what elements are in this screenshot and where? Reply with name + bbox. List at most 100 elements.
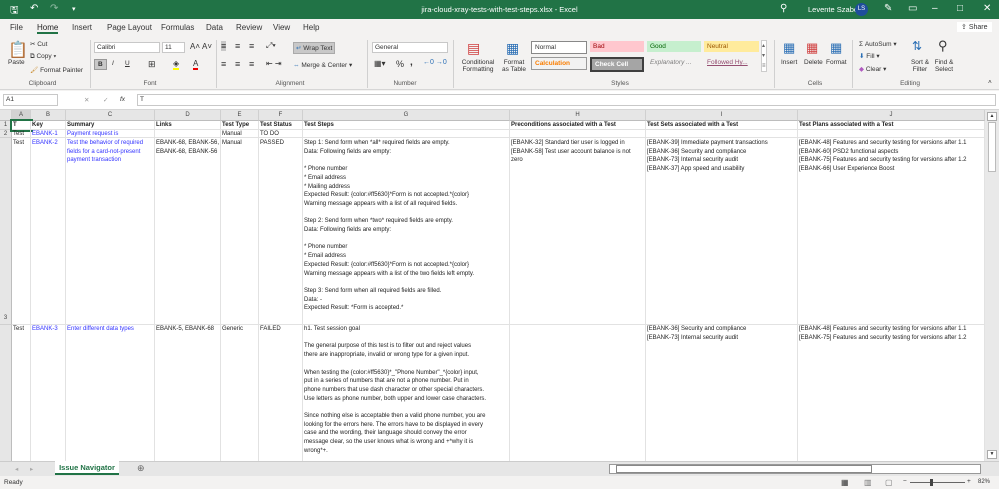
scroll-down-icon[interactable]: ▼ — [987, 450, 997, 459]
worksheet-grid[interactable]: ABCDEFGHIJ 1 2 3 T Key Summary Links Test Ty… — [0, 110, 985, 461]
format-cells-icon[interactable]: ▦ — [830, 40, 842, 56]
cancel-icon[interactable]: ✕ — [84, 96, 89, 104]
enter-icon[interactable]: ✓ — [103, 96, 108, 104]
formula-input[interactable]: T — [137, 94, 996, 106]
format-painter-button[interactable]: 🖌 Format Painter — [30, 66, 83, 74]
table-cell[interactable] — [303, 130, 510, 138]
table-cell[interactable]: Manual — [221, 130, 259, 138]
table-cell[interactable]: Test the behavior of required fields for… — [66, 138, 155, 325]
tab-home[interactable]: Home — [37, 23, 59, 34]
sheet-tab-issue-navigator[interactable]: Issue Navigator — [55, 461, 119, 475]
bold-button[interactable]: B — [94, 59, 107, 70]
search-icon[interactable]: ⚲ — [780, 3, 787, 14]
paste-icon[interactable]: 📋 — [8, 40, 28, 60]
column-header-b[interactable]: B — [31, 110, 66, 121]
zoom-out-icon[interactable]: − — [903, 478, 907, 485]
maximize-icon[interactable]: □ — [957, 3, 963, 14]
underline-button[interactable]: U — [125, 60, 130, 67]
table-cell[interactable]: Test — [12, 130, 31, 138]
style-neutral[interactable]: Neutral — [704, 41, 759, 52]
share-button[interactable]: ⇪ Share — [957, 22, 992, 32]
table-cell[interactable]: TO DO — [259, 130, 303, 138]
number-format-select[interactable]: General — [372, 42, 448, 53]
style-explanatory[interactable]: Explanatory ... — [647, 57, 701, 68]
increase-font-icon[interactable]: A˄ — [190, 42, 200, 51]
clear-button[interactable]: ◆ Clear ▾ — [859, 65, 886, 73]
decrease-font-icon[interactable]: A˅ — [202, 42, 212, 51]
header-cell[interactable]: Test Status — [259, 121, 303, 130]
header-cell[interactable]: Preconditions associated with a Test — [510, 121, 646, 130]
table-cell[interactable]: [EBANK-36] Security and compliance [EBAN… — [646, 325, 798, 461]
find-icon[interactable]: ⚲ — [938, 38, 948, 54]
table-cell[interactable]: EBANK-1 — [31, 130, 66, 138]
new-sheet-icon[interactable]: ⊕ — [137, 463, 145, 474]
delete-cells-icon[interactable]: ▦ — [806, 40, 818, 56]
comma-button[interactable]: , — [410, 57, 413, 68]
column-header-i[interactable]: I — [646, 110, 798, 121]
style-bad[interactable]: Bad — [590, 41, 644, 52]
align-right-icon[interactable]: ≡ — [249, 59, 254, 69]
insert-function-icon[interactable]: fx — [120, 96, 125, 103]
header-cell[interactable]: Test Type — [221, 121, 259, 130]
insert-cells-button[interactable]: Insert — [781, 59, 797, 66]
borders-icon[interactable]: ⊞ — [148, 59, 156, 70]
table-cell[interactable]: Test — [12, 325, 31, 461]
align-center-icon[interactable]: ≡ — [235, 59, 240, 69]
autosum-button[interactable]: Σ AutoSum ▾ — [859, 40, 897, 48]
column-header-f[interactable]: F — [259, 110, 303, 121]
table-cell[interactable]: Generic — [221, 325, 259, 461]
table-cell[interactable]: EBANK-2 — [31, 138, 66, 325]
table-cell[interactable]: [EBANK-48] Features and security testing… — [798, 325, 985, 461]
table-cell[interactable]: EBANK-3 — [31, 325, 66, 461]
table-cell[interactable] — [155, 130, 221, 138]
zoom-slider-thumb[interactable] — [930, 479, 933, 486]
column-header-g[interactable]: G — [303, 110, 510, 121]
table-cell[interactable]: FAILED — [259, 325, 303, 461]
row-header[interactable] — [0, 325, 12, 461]
fill-button[interactable]: ⬇ Fill ▾ — [859, 52, 880, 60]
cut-button[interactable]: ✂ Cut — [30, 40, 47, 48]
page-layout-view-icon[interactable]: ▥ — [864, 478, 872, 487]
table-cell[interactable]: Manual — [221, 138, 259, 325]
zoom-in-icon[interactable]: + — [967, 478, 971, 485]
style-calculation[interactable]: Calculation — [531, 57, 587, 70]
normal-view-icon[interactable]: ▦ — [841, 478, 849, 487]
tab-data[interactable]: Data — [206, 23, 223, 32]
table-cell[interactable] — [510, 325, 646, 461]
table-cell[interactable]: EBANK-68, EBANK-56, EBANK-68, EBANK-56 — [155, 138, 221, 325]
horizontal-scrollbar[interactable] — [609, 464, 981, 474]
minimize-icon[interactable]: – — [932, 3, 938, 14]
header-cell[interactable]: T — [10, 119, 33, 132]
table-cell[interactable]: PASSED — [259, 138, 303, 325]
table-cell[interactable] — [510, 130, 646, 138]
orientation-icon[interactable]: ⤢▾ — [266, 41, 276, 51]
row-header[interactable]: 1 — [0, 121, 12, 130]
font-color-icon[interactable]: A — [193, 59, 199, 70]
table-cell[interactable]: Enter different data types — [66, 325, 155, 461]
style-followed-hyperlink[interactable]: Followed Hy... — [704, 57, 759, 68]
pen-icon[interactable]: ✎ — [884, 3, 892, 14]
table-cell[interactable]: Test — [12, 138, 31, 325]
percent-button[interactable]: % — [396, 59, 404, 69]
collapse-ribbon-icon[interactable]: ˄ — [988, 79, 992, 86]
header-cell[interactable]: Summary — [66, 121, 155, 130]
align-left-icon[interactable]: ≡ — [221, 59, 226, 69]
align-bottom-icon[interactable]: ≡ — [249, 41, 254, 51]
align-top-icon[interactable]: ≡ — [221, 41, 227, 51]
format-cells-button[interactable]: Format — [826, 59, 847, 66]
table-cell[interactable]: Payment request is — [66, 130, 155, 138]
font-name-select[interactable]: Calibri — [94, 42, 160, 53]
column-header-c[interactable]: C — [66, 110, 155, 121]
merge-center-button[interactable]: ⇔ Merge & Center ▾ — [293, 61, 352, 69]
sort-filter-icon[interactable]: ⇅ — [912, 39, 922, 53]
scroll-up-icon[interactable]: ▲ — [987, 112, 997, 121]
table-cell[interactable]: EBANK-5, EBANK-68 — [155, 325, 221, 461]
ribbon-display-icon[interactable]: ▭ — [908, 3, 917, 14]
table-cell[interactable]: [EBANK-32] Standard tier user is logged … — [510, 138, 646, 325]
tab-page-layout[interactable]: Page Layout — [107, 23, 152, 32]
table-cell[interactable] — [798, 130, 985, 138]
insert-cells-icon[interactable]: ▦ — [783, 40, 795, 56]
tab-review[interactable]: Review — [236, 23, 262, 32]
style-normal[interactable]: Normal — [531, 41, 587, 54]
page-break-view-icon[interactable]: ▢ — [885, 478, 893, 487]
